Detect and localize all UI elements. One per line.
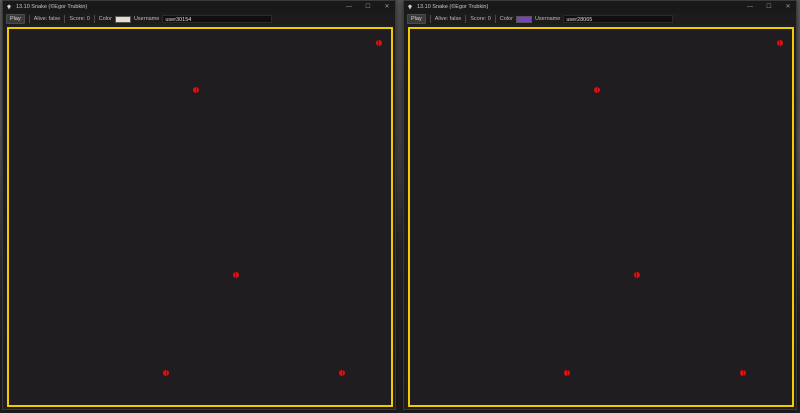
game-board[interactable] (7, 27, 393, 407)
snake-app-icon (408, 4, 412, 10)
snake-window-2: 13.10 Snake (©Egor Trubkin) — ☐ ✕ Play A… (403, 0, 797, 410)
food-apple (740, 369, 747, 376)
food-apple (163, 369, 170, 376)
title-bar[interactable]: 13.10 Snake (©Egor Trubkin) — ☐ ✕ (3, 1, 395, 13)
minimize-icon[interactable]: — (345, 1, 353, 13)
food-apple (232, 271, 239, 278)
window-controls: — ☐ ✕ (746, 1, 792, 13)
food-apple (375, 40, 382, 47)
toolbar-divider (93, 15, 95, 23)
close-icon[interactable]: ✕ (784, 1, 792, 13)
play-button[interactable]: Play (6, 14, 25, 24)
alive-status: Alive: false (33, 16, 61, 22)
food-apple (776, 40, 783, 47)
snake-app-icon (7, 4, 11, 10)
food-apple (564, 369, 571, 376)
color-label: Color (499, 16, 513, 22)
toolbar: Play Alive: false Score: 0 Color Usernam… (3, 13, 395, 25)
title-bar[interactable]: 13.10 Snake (©Egor Trubkin) — ☐ ✕ (404, 1, 796, 13)
close-icon[interactable]: ✕ (383, 1, 391, 13)
toolbar-divider (494, 15, 496, 23)
window-title: 13.10 Snake (©Egor Trubkin) (417, 4, 489, 10)
color-picker-swatch[interactable] (114, 15, 131, 23)
score-display: Score: 0 (69, 16, 90, 22)
window-title: 13.10 Snake (©Egor Trubkin) (16, 4, 88, 10)
username-input[interactable]: user30154 (162, 15, 273, 23)
toolbar: Play Alive: false Score: 0 Color Usernam… (404, 13, 796, 25)
maximize-icon[interactable]: ☐ (765, 1, 773, 13)
toolbar-divider (28, 15, 30, 23)
play-button[interactable]: Play (407, 14, 426, 24)
window-controls: — ☐ ✕ (345, 1, 391, 13)
toolbar-divider (465, 15, 467, 23)
minimize-icon[interactable]: — (746, 1, 754, 13)
color-label: Color (98, 16, 112, 22)
food-apple (633, 271, 640, 278)
snake-window-1: 13.10 Snake (©Egor Trubkin) — ☐ ✕ Play A… (2, 0, 396, 410)
game-board[interactable] (408, 27, 794, 407)
username-label: Username (133, 16, 160, 22)
maximize-icon[interactable]: ☐ (364, 1, 372, 13)
food-apple (193, 87, 200, 94)
alive-status: Alive: false (434, 16, 462, 22)
username-label: Username (534, 16, 561, 22)
food-apple (339, 369, 346, 376)
score-display: Score: 0 (470, 16, 491, 22)
toolbar-divider (429, 15, 431, 23)
toolbar-divider (64, 15, 66, 23)
food-apple (594, 87, 601, 94)
color-picker-swatch[interactable] (515, 15, 532, 23)
username-input[interactable]: user28065 (563, 15, 674, 23)
